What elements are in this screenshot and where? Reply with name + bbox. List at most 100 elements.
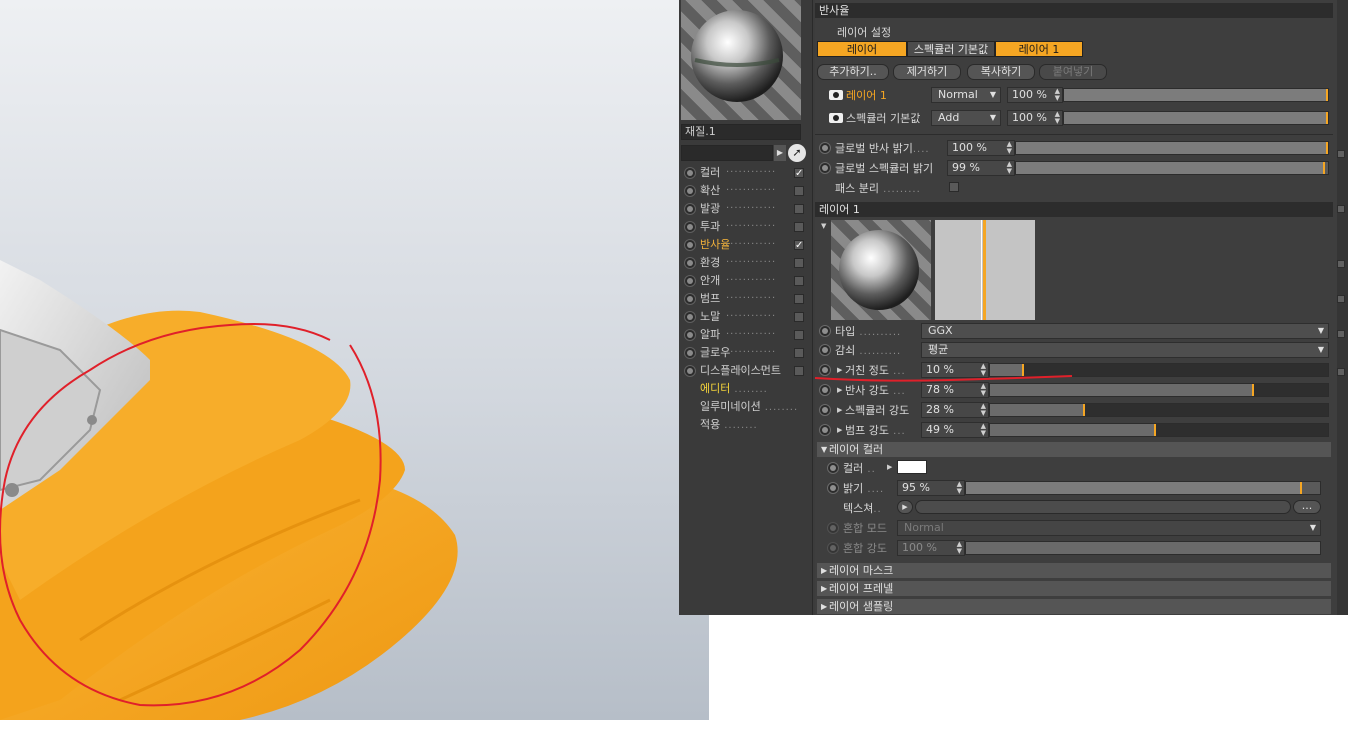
layer-fresnel-header[interactable]: ▶ 레이어 프레넬 bbox=[817, 581, 1331, 596]
paste-layer-button[interactable]: 붙여넣기 bbox=[1039, 64, 1107, 80]
scroll-marker[interactable] bbox=[1337, 260, 1345, 268]
channel-radio[interactable] bbox=[684, 347, 696, 359]
channel-radio[interactable] bbox=[684, 203, 696, 215]
attenuation-dropdown[interactable]: 평균 ▼ bbox=[921, 342, 1329, 358]
layer-amount-field[interactable]: 100 % ▲ ▼ bbox=[1007, 110, 1063, 126]
layer-amount-slider[interactable] bbox=[1063, 111, 1329, 125]
channel-label[interactable]: 범프 bbox=[700, 290, 720, 308]
param-radio[interactable] bbox=[827, 462, 839, 474]
tab-layer[interactable]: 레이어 bbox=[817, 41, 907, 57]
channel-radio[interactable] bbox=[684, 293, 696, 305]
global-reflection-slider[interactable] bbox=[1015, 141, 1329, 155]
expand-triangle-icon[interactable]: ▶ bbox=[837, 406, 842, 414]
channel-checkbox[interactable]: ✓ bbox=[794, 240, 804, 251]
cursor-icon[interactable]: ➚ bbox=[788, 144, 806, 162]
layer-row-name[interactable]: 스펙큘러 기본값 bbox=[846, 110, 920, 126]
channel-label[interactable]: 노말 bbox=[700, 308, 720, 326]
channel-search-input[interactable] bbox=[681, 145, 773, 161]
param-radio[interactable] bbox=[827, 482, 839, 494]
layer-blend-dropdown[interactable]: Add ▼ bbox=[931, 110, 1001, 126]
param-radio[interactable] bbox=[819, 142, 831, 154]
channel-checkbox[interactable] bbox=[794, 312, 804, 322]
param-radio[interactable] bbox=[819, 344, 831, 356]
tab-specular-default[interactable]: 스펙큘러 기본값 bbox=[907, 41, 995, 57]
channel-checkbox[interactable] bbox=[794, 330, 804, 340]
channel-row[interactable]: 디스플레이스먼트............ bbox=[682, 362, 807, 380]
channel-label[interactable]: 컬러 bbox=[700, 164, 720, 182]
channel-checkbox[interactable]: ✓ bbox=[794, 168, 804, 179]
render-viewport[interactable] bbox=[0, 0, 709, 720]
global-reflection-field[interactable]: 100 % ▲ ▼ bbox=[947, 140, 1015, 156]
param-radio[interactable] bbox=[819, 424, 831, 436]
tab-layer1[interactable]: 레이어 1 bbox=[995, 41, 1083, 57]
type-dropdown[interactable]: GGX ▼ bbox=[921, 323, 1329, 339]
specular-strength-field[interactable]: 28 % ▲ ▼ bbox=[921, 402, 989, 418]
material-preview[interactable] bbox=[681, 0, 801, 120]
scroll-marker[interactable] bbox=[1337, 368, 1345, 376]
param-radio[interactable] bbox=[819, 404, 831, 416]
expand-triangle-icon[interactable]: ▶ bbox=[837, 426, 842, 434]
layer-preview[interactable] bbox=[831, 220, 931, 320]
channel-radio[interactable] bbox=[684, 311, 696, 323]
search-arrow-icon[interactable]: ▶ bbox=[774, 145, 786, 161]
channel-checkbox[interactable] bbox=[794, 186, 804, 196]
channel-radio[interactable] bbox=[684, 185, 696, 197]
layer-row-name[interactable]: 레이어 1 bbox=[846, 87, 887, 103]
eye-icon[interactable] bbox=[829, 113, 843, 123]
scroll-marker[interactable] bbox=[1337, 295, 1345, 303]
layer-amount-slider[interactable] bbox=[1063, 88, 1329, 102]
channel-label[interactable]: 발광 bbox=[700, 200, 720, 218]
texture-more-button[interactable]: ... bbox=[1293, 500, 1321, 514]
sidebar-extra-item[interactable]: 적용........ bbox=[682, 416, 807, 434]
layer-blend-dropdown[interactable]: Normal ▼ bbox=[931, 87, 1001, 103]
layer-amount-field[interactable]: 100 % ▲ ▼ bbox=[1007, 87, 1063, 103]
specular-strength-slider[interactable] bbox=[989, 403, 1329, 417]
channel-label[interactable]: 알파 bbox=[700, 326, 720, 344]
texture-play-icon[interactable]: ▶ bbox=[897, 500, 913, 514]
bump-strength-field[interactable]: 49 % ▲ ▼ bbox=[921, 422, 989, 438]
sidebar-extra-item[interactable]: 일루미네이션........ bbox=[682, 398, 807, 416]
collapse-triangle-icon[interactable]: ▼ bbox=[821, 222, 826, 230]
texture-field[interactable] bbox=[915, 500, 1291, 514]
layer-color-header[interactable]: ▼ 레이어 컬러 bbox=[817, 442, 1331, 457]
scroll-marker[interactable] bbox=[1337, 205, 1345, 213]
param-radio[interactable] bbox=[819, 162, 831, 174]
copy-layer-button[interactable]: 복사하기 bbox=[967, 64, 1035, 80]
brightness-field[interactable]: 95 % ▲ ▼ bbox=[897, 480, 965, 496]
layer-sampling-header[interactable]: ▶ 레이어 샘플링 bbox=[817, 599, 1331, 614]
global-specular-field[interactable]: 99 % ▲ ▼ bbox=[947, 160, 1015, 176]
channel-label[interactable]: 확산 bbox=[700, 182, 720, 200]
channel-radio[interactable] bbox=[684, 221, 696, 233]
brightness-slider[interactable] bbox=[965, 481, 1321, 495]
channel-checkbox[interactable] bbox=[794, 276, 804, 286]
sidebar-extra-item[interactable]: 에디터........ bbox=[682, 380, 807, 398]
channel-radio[interactable] bbox=[684, 257, 696, 269]
remove-layer-button[interactable]: 제거하기 bbox=[893, 64, 961, 80]
global-specular-slider[interactable] bbox=[1015, 161, 1329, 175]
channel-radio[interactable] bbox=[684, 167, 696, 179]
material-name-field[interactable]: 재질.1 bbox=[681, 124, 801, 140]
channel-checkbox[interactable] bbox=[794, 204, 804, 214]
channel-radio[interactable] bbox=[684, 275, 696, 287]
layer-mask-header[interactable]: ▶ 레이어 마스크 bbox=[817, 563, 1331, 578]
channel-checkbox[interactable] bbox=[794, 222, 804, 232]
channel-radio[interactable] bbox=[684, 365, 696, 377]
scroll-marker[interactable] bbox=[1337, 330, 1345, 338]
panel-scrollbar[interactable] bbox=[1337, 0, 1348, 615]
pass-separation-checkbox[interactable] bbox=[949, 182, 959, 192]
channel-label[interactable]: 투과 bbox=[700, 218, 720, 236]
channel-label[interactable]: 안개 bbox=[700, 272, 720, 290]
color-swatch[interactable] bbox=[897, 460, 927, 474]
eye-icon[interactable] bbox=[829, 90, 843, 100]
add-layer-button[interactable]: 추가하기.. bbox=[817, 64, 889, 80]
expand-triangle-icon[interactable]: ▶ bbox=[887, 463, 892, 471]
channel-radio[interactable] bbox=[684, 329, 696, 341]
channel-checkbox[interactable] bbox=[794, 294, 804, 304]
scroll-marker[interactable] bbox=[1337, 150, 1345, 158]
channel-checkbox[interactable] bbox=[794, 258, 804, 268]
channel-radio[interactable] bbox=[684, 239, 696, 251]
bump-strength-slider[interactable] bbox=[989, 423, 1329, 437]
channel-label[interactable]: 환경 bbox=[700, 254, 720, 272]
channel-checkbox[interactable] bbox=[794, 348, 804, 358]
param-radio[interactable] bbox=[819, 325, 831, 337]
